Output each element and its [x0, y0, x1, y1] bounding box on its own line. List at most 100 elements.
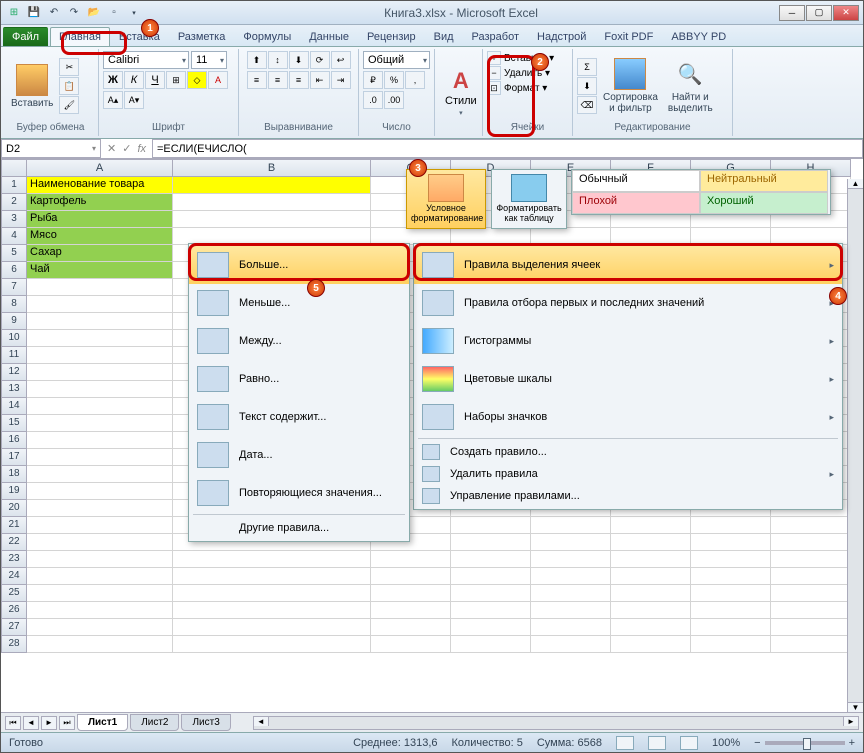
sort-filter-button[interactable]: Сортировка и фильтр: [599, 56, 662, 116]
row-header[interactable]: 3: [1, 211, 27, 228]
cell[interactable]: [27, 381, 173, 398]
cell[interactable]: [451, 551, 531, 568]
style-good[interactable]: Хороший: [700, 192, 828, 214]
menu-icon-sets[interactable]: Наборы значков ▸: [414, 398, 842, 436]
insert-cells-button[interactable]: +Вставить ▾: [487, 51, 568, 65]
zoom-slider[interactable]: − +: [754, 737, 855, 749]
align-middle-button[interactable]: ↕: [268, 51, 288, 69]
cell[interactable]: [611, 517, 691, 534]
cell[interactable]: [451, 636, 531, 653]
menu-more-rules[interactable]: Другие правила...: [189, 517, 409, 539]
row-header[interactable]: 13: [1, 381, 27, 398]
grow-font-button[interactable]: A▴: [103, 91, 123, 109]
cell[interactable]: [451, 602, 531, 619]
cell[interactable]: [27, 568, 173, 585]
cell[interactable]: [771, 517, 851, 534]
cell[interactable]: [173, 177, 371, 194]
menu-manage-rules[interactable]: Управление правилами...: [414, 485, 842, 507]
font-color-button[interactable]: A: [208, 71, 228, 89]
cell[interactable]: [27, 551, 173, 568]
align-right-button[interactable]: ≡: [289, 71, 309, 89]
cell[interactable]: [371, 585, 451, 602]
tab-insert[interactable]: Вставка: [110, 27, 169, 46]
cell[interactable]: [27, 432, 173, 449]
row-header[interactable]: 21: [1, 517, 27, 534]
row-header[interactable]: 23: [1, 551, 27, 568]
cell[interactable]: [531, 517, 611, 534]
vertical-scrollbar[interactable]: [847, 179, 863, 712]
cell[interactable]: [771, 534, 851, 551]
paste-button[interactable]: Вставить: [7, 62, 57, 111]
cell[interactable]: [173, 551, 371, 568]
cell[interactable]: [27, 636, 173, 653]
row-header[interactable]: 22: [1, 534, 27, 551]
shrink-font-button[interactable]: A▾: [124, 91, 144, 109]
row-header[interactable]: 27: [1, 619, 27, 636]
sheet-tab[interactable]: Лист1: [77, 714, 128, 731]
cell[interactable]: [27, 602, 173, 619]
fx-icon[interactable]: fx: [137, 143, 146, 155]
cell[interactable]: [691, 619, 771, 636]
cell[interactable]: [27, 619, 173, 636]
cell[interactable]: [611, 551, 691, 568]
cell[interactable]: [531, 602, 611, 619]
cell[interactable]: [771, 619, 851, 636]
cell[interactable]: [371, 619, 451, 636]
conditional-formatting-button[interactable]: Условное форматирование: [406, 169, 486, 229]
zoom-in-button[interactable]: +: [849, 737, 855, 749]
underline-button[interactable]: Ч: [145, 71, 165, 89]
comma-button[interactable]: ,: [405, 71, 425, 89]
tab-review[interactable]: Рецензир: [358, 27, 425, 46]
decrease-indent-button[interactable]: ⇤: [310, 71, 330, 89]
border-button[interactable]: ⊞: [166, 71, 186, 89]
row-header[interactable]: 12: [1, 364, 27, 381]
cell[interactable]: [611, 534, 691, 551]
row-header[interactable]: 4: [1, 228, 27, 245]
cell[interactable]: [691, 636, 771, 653]
sheet-tab[interactable]: Лист2: [130, 714, 179, 731]
cell[interactable]: [611, 619, 691, 636]
cell[interactable]: [27, 500, 173, 517]
row-header[interactable]: 24: [1, 568, 27, 585]
format-painter-button[interactable]: 🖌: [59, 96, 79, 114]
number-format-combo[interactable]: Общий: [363, 51, 430, 69]
orientation-button[interactable]: ⟳: [310, 51, 330, 69]
name-box[interactable]: D2: [1, 139, 101, 158]
menu-clear-rules[interactable]: Удалить правила ▸: [414, 463, 842, 485]
cell[interactable]: [531, 568, 611, 585]
cell[interactable]: Сахар: [27, 245, 173, 262]
delete-cells-button[interactable]: −Удалить ▾: [487, 66, 568, 80]
currency-button[interactable]: ₽: [363, 71, 383, 89]
cell[interactable]: Картофель: [27, 194, 173, 211]
row-header[interactable]: 7: [1, 279, 27, 296]
menu-equal-to[interactable]: Равно...: [189, 360, 409, 398]
copy-button[interactable]: 📋: [59, 77, 79, 95]
cell[interactable]: [451, 517, 531, 534]
cell[interactable]: [611, 602, 691, 619]
col-header[interactable]: B: [173, 159, 371, 177]
row-header[interactable]: 9: [1, 313, 27, 330]
row-header[interactable]: 5: [1, 245, 27, 262]
cell[interactable]: [27, 347, 173, 364]
save-icon[interactable]: 💾: [25, 4, 43, 22]
cell[interactable]: [173, 619, 371, 636]
tab-home[interactable]: Главная: [50, 27, 110, 46]
menu-new-rule[interactable]: Создать правило...: [414, 441, 842, 463]
cell[interactable]: [451, 619, 531, 636]
tab-addins[interactable]: Надстрой: [528, 27, 595, 46]
tab-view[interactable]: Вид: [425, 27, 463, 46]
cell[interactable]: [27, 415, 173, 432]
undo-icon[interactable]: ↶: [45, 4, 63, 22]
cell[interactable]: [691, 602, 771, 619]
cell[interactable]: [771, 551, 851, 568]
cell[interactable]: [531, 534, 611, 551]
cell[interactable]: [611, 636, 691, 653]
cell[interactable]: [371, 568, 451, 585]
format-cells-button[interactable]: ⊡Формат ▾: [487, 81, 568, 95]
align-center-button[interactable]: ≡: [268, 71, 288, 89]
row-header[interactable]: 14: [1, 398, 27, 415]
autosum-button[interactable]: Σ: [577, 58, 597, 76]
cell[interactable]: [771, 636, 851, 653]
cell[interactable]: [691, 534, 771, 551]
row-header[interactable]: 2: [1, 194, 27, 211]
